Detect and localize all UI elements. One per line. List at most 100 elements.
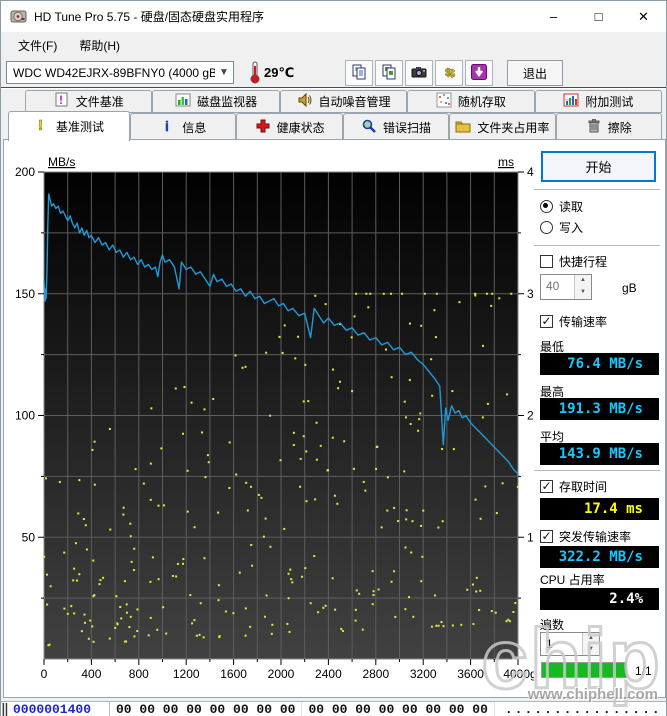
svg-text:1600: 1600 <box>220 667 247 681</box>
radio-icon <box>540 221 553 234</box>
radio-icon <box>540 200 553 213</box>
maximize-button[interactable]: □ <box>576 1 621 32</box>
cpu-usage-label: CPU 占用率 <box>540 571 605 588</box>
exclaim-pin-icon: ! <box>54 92 70 111</box>
copy-image-button[interactable] <box>375 60 403 86</box>
separator <box>534 245 660 246</box>
start-button[interactable]: 开始 <box>541 151 656 182</box>
health-cross-icon <box>255 118 271 137</box>
tab-aam[interactable]: 自动噪音管理 <box>280 90 407 113</box>
tab-label: 附加测试 <box>585 93 633 110</box>
toolbar: WDC WD42EJRX-89BFNY0 (4000 gB) ▼ 29℃ $$ … <box>1 58 666 87</box>
copy-text-button[interactable] <box>345 60 373 86</box>
min-value-display: 76.4 MB/s <box>540 353 659 375</box>
close-button[interactable]: ✕ <box>621 1 666 32</box>
exit-button[interactable]: 退出 <box>507 60 563 86</box>
tab-label: 擦除 <box>608 119 632 136</box>
svg-text:100: 100 <box>15 409 35 423</box>
tab-label: 错误扫描 <box>383 119 431 136</box>
tab-folder-usage[interactable]: 文件夹占用率 <box>449 113 555 140</box>
hex-ascii: ................ <box>495 702 662 716</box>
screenshot-button[interactable] <box>405 60 433 86</box>
extra-chart-icon <box>563 92 579 111</box>
hex-status-row: ‖000000140000 00 00 00 00 00 00 0000 00 … <box>1 701 666 716</box>
avg-value-display: 143.9 MB/s <box>540 443 659 465</box>
svg-text:50: 50 <box>22 530 36 544</box>
dollar-icon: $$ <box>441 64 457 83</box>
tab-label: 自动噪音管理 <box>319 93 391 110</box>
transfer-rate-checkbox[interactable]: ✓ 传输速率 <box>540 313 607 330</box>
tab-random-access[interactable]: 随机存取 <box>407 90 534 113</box>
tab-label: 文件夹占用率 <box>477 119 549 136</box>
passes-value: 1 <box>541 633 582 655</box>
write-radio[interactable]: 写入 <box>540 219 583 236</box>
svg-text:30: 30 <box>527 287 534 301</box>
svg-text:!: ! <box>38 117 43 133</box>
drive-select-value: WDC WD42EJRX-89BFNY0 (4000 gB) <box>7 66 215 80</box>
donate-button[interactable]: $$ <box>435 60 463 86</box>
hex-bytes: 00 00 00 00 00 00 00 00 <box>110 702 302 716</box>
tab-file-benchmark[interactable]: ! 文件基准 <box>25 90 152 113</box>
burst-rate-label: 突发传输速率 <box>559 528 631 545</box>
svg-text:!: ! <box>59 93 63 107</box>
read-radio[interactable]: 读取 <box>540 198 583 215</box>
shortstroke-size-value: 40 <box>541 275 574 299</box>
tab-info[interactable]: i 信息 <box>130 113 236 140</box>
access-time-label: 存取时间 <box>559 478 607 495</box>
menu-help[interactable]: 帮助(H) <box>68 33 131 58</box>
drive-select[interactable]: WDC WD42EJRX-89BFNY0 (4000 gB) ▼ <box>6 61 234 84</box>
shortstroke-unit-label: gB <box>622 281 637 295</box>
scan-magnifier-icon <box>361 118 377 137</box>
stepper-arrows[interactable]: ▲▼ <box>582 633 599 655</box>
tab-label: 文件基准 <box>76 93 124 110</box>
tab-extra-tests[interactable]: 附加测试 <box>535 90 662 113</box>
copy-text-icon <box>351 64 367 83</box>
svg-text:3200: 3200 <box>410 667 437 681</box>
tab-error-scan[interactable]: 错误扫描 <box>343 113 449 140</box>
tab-erase[interactable]: 擦除 <box>556 113 662 140</box>
progress-bar <box>541 662 627 678</box>
app-icon <box>10 8 27 25</box>
svg-text:10: 10 <box>527 530 534 544</box>
camera-icon <box>411 64 427 83</box>
speaker-icon <box>297 92 313 111</box>
passes-label: 遍数 <box>540 616 564 633</box>
copy-image-icon <box>381 64 397 83</box>
benchmark-panel: 5010015020010203040040080012001600200024… <box>3 139 666 698</box>
tab-benchmark[interactable]: !基准测试 <box>8 111 130 141</box>
hex-bytes: 00 00 00 00 00 00 00 00 <box>302 702 494 716</box>
checkbox-icon <box>540 255 553 268</box>
shortstroke-checkbox[interactable]: 快捷行程 <box>540 253 607 270</box>
svg-text:0: 0 <box>41 667 48 681</box>
passes-stepper[interactable]: 1 ▲▼ <box>540 632 600 656</box>
tab-label: 磁盘监视器 <box>197 93 257 110</box>
svg-text:200: 200 <box>15 165 35 179</box>
tab-label: 健康状态 <box>277 119 325 136</box>
update-button[interactable] <box>465 60 493 86</box>
info-icon: i <box>160 118 176 137</box>
tab-label: 信息 <box>182 119 206 136</box>
svg-text:MB/s: MB/s <box>48 155 75 169</box>
write-radio-label: 写入 <box>559 219 583 236</box>
menu-file[interactable]: 文件(F) <box>7 33 68 58</box>
minimize-button[interactable]: – <box>531 1 576 32</box>
progress-bar-fill <box>542 663 626 677</box>
checkbox-icon: ✓ <box>540 530 553 543</box>
shortstroke-label: 快捷行程 <box>559 253 607 270</box>
stepper-arrows[interactable]: ▲▼ <box>574 275 591 299</box>
svg-text:ms: ms <box>498 155 514 169</box>
burst-rate-display: 322.2 MB/s <box>540 546 659 568</box>
access-time-checkbox[interactable]: ✓ 存取时间 <box>540 478 607 495</box>
separator <box>534 470 660 471</box>
tab-health[interactable]: 健康状态 <box>236 113 342 140</box>
trash-icon <box>586 118 602 137</box>
benchmark-chart: 5010015020010203040040080012001600200024… <box>4 140 534 697</box>
tab-row-secondary: ! 文件基准 磁盘监视器 自动噪音管理随机存取 附加测试 <box>25 90 662 113</box>
thermometer-icon <box>248 60 262 87</box>
tab-disk-monitor[interactable]: 磁盘监视器 <box>152 90 279 113</box>
shortstroke-size-stepper[interactable]: 40 ▲▼ <box>540 274 592 300</box>
svg-text:40: 40 <box>527 165 534 179</box>
burst-rate-checkbox[interactable]: ✓ 突发传输速率 <box>540 528 631 545</box>
svg-text:150: 150 <box>15 287 35 301</box>
access-time-display: 17.4 ms <box>540 498 659 520</box>
